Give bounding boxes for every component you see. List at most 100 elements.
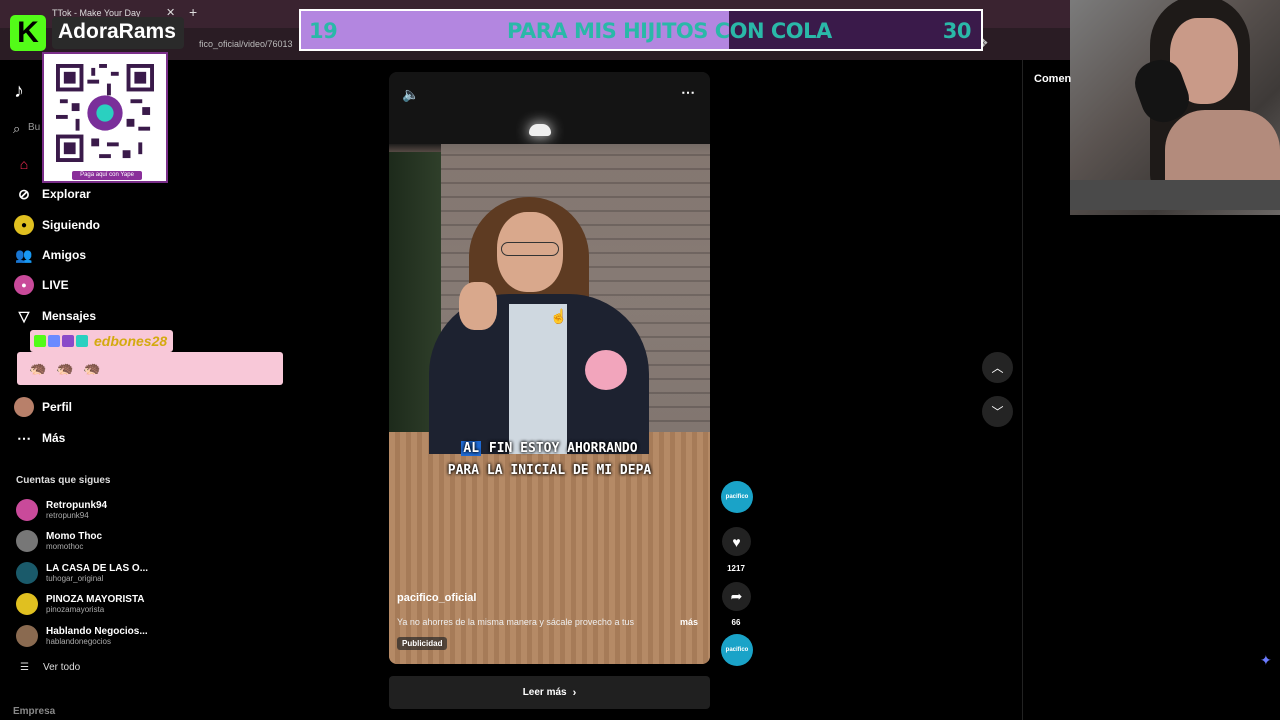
sidebar-item-messages[interactable]: ▽ Mensajes — [14, 306, 96, 326]
sidebar-item-explore[interactable]: ⊘ Explorar — [14, 184, 91, 204]
chevron-right-icon: › — [572, 686, 577, 699]
qr-caption: Paga aquí con Yape — [72, 171, 142, 180]
following-section-title: Cuentas que sigues — [16, 475, 111, 486]
sidebar-item-friends[interactable]: 👥 Amigos — [14, 245, 86, 265]
sidebar-item-label: Perfil — [42, 400, 73, 414]
goal-text: PARA MIS HIJITOS CON COLA — [507, 19, 832, 43]
badge-icon — [76, 335, 88, 347]
kick-badge-icon — [34, 335, 46, 347]
sidebar-item-label: LIVE — [42, 278, 69, 292]
following-account[interactable]: Hablando Negocios... hablandonegocios — [16, 625, 148, 647]
read-more-label: Leer más — [522, 687, 567, 698]
read-more-button[interactable]: Leer más › — [389, 676, 710, 709]
avatar — [16, 530, 38, 552]
previous-video-button[interactable]: ︿ — [982, 352, 1013, 383]
chevron-up-icon: ︿ — [991, 361, 1004, 375]
sparkle-icon: ✦ — [1260, 652, 1272, 668]
search-icon[interactable]: ⌕ — [13, 121, 20, 137]
account-handle: hablandonegocios — [46, 636, 111, 646]
video-caption-line-2: PARA LA INICIAL DE MI DEPA — [447, 463, 652, 478]
sidebar-item-label: Más — [42, 431, 66, 445]
avatar — [16, 499, 38, 521]
sidebar-item-home[interactable]: ⌂ — [14, 154, 42, 174]
like-count: 1217 — [727, 564, 745, 573]
sidebar-item-label: Amigos — [42, 248, 87, 262]
profile-icon — [14, 397, 34, 417]
video-caption-line-1: AL FIN ESTOY AHORRANDO — [389, 441, 710, 456]
streamer-name: AdoraRams — [52, 17, 184, 49]
avatar — [16, 625, 38, 647]
following-account[interactable]: Retropunk94 retropunk94 — [16, 499, 107, 521]
comments-title: Comen — [1034, 73, 1072, 85]
badge-icon — [48, 335, 60, 347]
sound-avatar[interactable]: pacifico — [721, 634, 753, 666]
chat-user-tag: edbones28 — [30, 330, 174, 352]
video-player[interactable]: 🔈 ⋯ AL FIN ESTOY AHORRANDO PARA LA INICI… — [389, 72, 710, 664]
account-handle: retropunk94 — [46, 510, 89, 520]
sidebar-item-more[interactable]: ⋯ Más — [14, 428, 65, 448]
author-avatar[interactable]: pacifico — [721, 481, 753, 513]
chevron-down-icon: ﹀ — [991, 405, 1004, 419]
see-all-label: Ver todo — [42, 662, 81, 673]
account-name: LA CASA DE LAS O... — [46, 562, 149, 574]
following-icon: ● — [14, 215, 34, 235]
account-handle: pinozamayorista — [46, 604, 105, 614]
volume-icon[interactable]: 🔈 — [402, 86, 419, 103]
video-description: Ya no ahorres de la misma manera y sácal… — [397, 617, 634, 627]
sidebar-item-profile[interactable]: Perfil — [14, 397, 72, 417]
friends-icon: 👥 — [15, 246, 33, 263]
badge-icon — [62, 335, 74, 347]
account-name: PINOZA MAYORISTA — [46, 593, 145, 605]
comments-divider — [1022, 60, 1023, 720]
webcam-feed — [1070, 0, 1280, 215]
messages-icon: ▽ — [18, 307, 30, 324]
tiktok-logo-icon[interactable]: ♪ — [14, 80, 24, 103]
compass-icon: ⊘ — [18, 185, 30, 202]
expand-description-button[interactable]: más — [680, 617, 698, 627]
list-icon: ☰ — [20, 662, 29, 673]
caption-rest: FIN ESTOY AHORRANDO — [481, 441, 638, 456]
video-author[interactable]: pacifico_oficial — [397, 592, 476, 604]
goal-current: 19 — [309, 19, 338, 43]
hedgehog-emote-icon: 🦔 — [29, 360, 47, 376]
account-handle: tuhogar_original — [46, 573, 104, 583]
avatar — [16, 562, 38, 584]
hedgehog-emote-icon: 🦔 — [56, 360, 74, 376]
new-tab-button[interactable]: + — [189, 4, 197, 20]
ad-badge: Publicidad — [397, 637, 448, 650]
see-all-link[interactable]: ☰ Ver todo — [20, 662, 80, 673]
search-input[interactable]: Bu — [28, 122, 40, 133]
share-count: 66 — [731, 618, 741, 627]
kick-logo-icon: K — [10, 15, 46, 51]
more-icon: ⋯ — [17, 429, 31, 446]
sidebar-item-following[interactable]: ● Siguiendo — [14, 215, 100, 235]
address-url[interactable]: fico_oficial/video/76013 — [199, 39, 293, 49]
following-account[interactable]: PINOZA MAYORISTA pinozamayorista — [16, 593, 145, 615]
next-video-button[interactable]: ﹀ — [982, 396, 1013, 427]
like-button[interactable]: ♥ — [722, 527, 751, 556]
chat-username: edbones28 — [94, 333, 168, 349]
share-button[interactable]: ➦ — [722, 582, 751, 611]
account-handle: momothoc — [46, 541, 84, 551]
hedgehog-emote-icon: 🦔 — [83, 360, 101, 376]
caption-highlight: AL — [461, 441, 482, 456]
following-account[interactable]: LA CASA DE LAS O... tuhogar_original — [16, 562, 148, 584]
share-icon: ➦ — [730, 588, 743, 604]
heart-icon: ♥ — [732, 533, 741, 550]
account-name: Hablando Negocios... — [46, 625, 148, 637]
following-account[interactable]: Momo Thoc momothoc — [16, 530, 102, 552]
mouse-cursor-icon: ☝ — [550, 308, 568, 324]
yape-qr-card: Paga aquí con Yape — [42, 52, 168, 183]
home-icon: ⌂ — [19, 156, 29, 172]
live-icon: ● — [14, 275, 34, 295]
sidebar-item-label: Mensajes — [42, 309, 97, 323]
piggy-bank — [585, 350, 627, 390]
avatar — [16, 593, 38, 615]
more-options-icon[interactable]: ⋯ — [681, 84, 695, 101]
company-link[interactable]: Empresa — [13, 706, 55, 717]
stream-brand: K AdoraRams — [10, 13, 184, 53]
account-name: Momo Thoc — [46, 530, 103, 542]
sidebar-item-live[interactable]: ● LIVE — [14, 275, 69, 295]
qr-code-icon — [56, 64, 154, 162]
sidebar-item-label: Siguiendo — [42, 218, 100, 232]
